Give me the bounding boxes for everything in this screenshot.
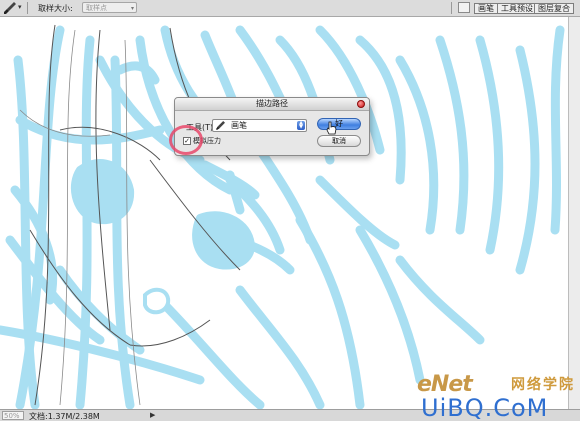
zoom-field[interactable]: 50%	[2, 411, 24, 420]
divider	[451, 2, 452, 14]
tool-select-value: 画笔	[231, 121, 247, 130]
chevron-down-icon: ▾	[130, 5, 134, 12]
cancel-button[interactable]: 取消	[317, 135, 361, 147]
dialog-title: 描边路径	[175, 98, 369, 111]
sample-size-value: 取样点	[86, 4, 107, 12]
ok-button[interactable]: 好	[317, 118, 361, 130]
divider	[27, 2, 28, 14]
document-size-info: 文档:1.37M/2.38M	[29, 412, 100, 421]
sample-size-label: 取样大小:	[38, 4, 73, 13]
brush-icon[interactable]	[3, 1, 17, 15]
vertical-scrollbar[interactable]	[568, 17, 580, 409]
well-tab-layer-comps[interactable]: 图层复合	[534, 3, 574, 14]
sketch-artwork	[0, 24, 565, 410]
play-arrow-icon[interactable]: ▶	[150, 411, 155, 419]
well-tab-tool-presets[interactable]: 工具预设	[497, 3, 537, 14]
photoshop-window: ▾ 取样大小: 取样点 ▾ 画笔 工具预设 图层复合 50% 文档:1.37M/…	[0, 0, 580, 421]
sample-size-select[interactable]: 取样点 ▾	[82, 2, 137, 13]
options-bar: ▾ 取样大小: 取样点 ▾ 画笔 工具预设 图层复合	[0, 0, 580, 17]
select-arrows-icon: ▲ ▼	[297, 121, 305, 130]
palette-well-icon[interactable]	[458, 2, 470, 13]
close-icon[interactable]	[357, 100, 365, 108]
watermark-site: UiBQ.CoM	[421, 394, 549, 421]
tool-select[interactable]: 画笔 ▲ ▼	[212, 119, 307, 132]
hand-cursor-icon	[326, 121, 337, 135]
well-tab-brushes[interactable]: 画笔	[474, 3, 498, 14]
chevron-down-icon[interactable]: ▾	[18, 3, 22, 11]
stroke-path-dialog: 描边路径 工具(T): 画笔 ▲ ▼ ✓ 模拟压力 好 取消	[174, 97, 370, 156]
watermark-chinese-text: 网络学院	[511, 377, 575, 393]
document-canvas[interactable]	[0, 17, 568, 410]
annotation-circle	[169, 125, 203, 155]
watermark: eNet 网络学院 UiBQ.CoM	[415, 372, 580, 421]
brush-icon	[216, 121, 225, 130]
